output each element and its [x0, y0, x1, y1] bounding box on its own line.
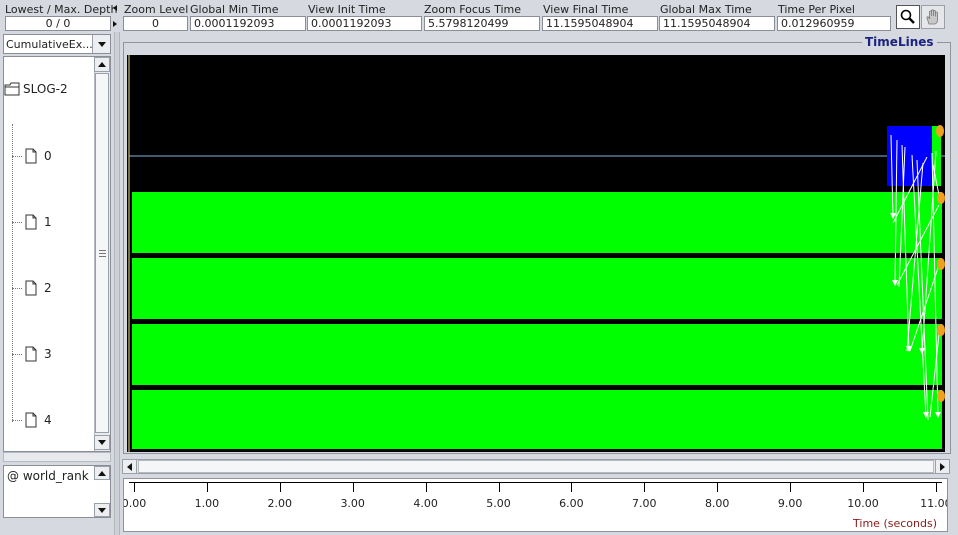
view-final-time-field: 11.1595048904: [542, 16, 658, 31]
zoom-level-field: 0: [123, 16, 188, 31]
world-rank-item[interactable]: @ world_rank: [7, 469, 89, 483]
ruler-tick: [498, 482, 500, 492]
view-init-time-label: View Init Time: [308, 3, 386, 16]
tree-item-root[interactable]: SLOG-2: [4, 82, 68, 96]
world-rank-scroll-down[interactable]: [94, 503, 110, 517]
zoom-tool-button[interactable]: [896, 5, 920, 29]
tree-root-label: SLOG-2: [23, 82, 68, 96]
tree-item-label: 0: [44, 149, 52, 163]
hand-icon: [926, 9, 938, 25]
ruler-tick: [571, 482, 573, 492]
tree-branch-line: [12, 419, 22, 421]
view-init-time-field: 0.0001192093: [307, 16, 422, 31]
ruler-tick-label: 5.00: [486, 497, 511, 510]
rank0-blue-state: [887, 126, 932, 186]
rank1-state: [132, 192, 942, 253]
timeline-scroll-thumb[interactable]: [138, 460, 934, 473]
zoom-focus-time-label: Zoom Focus Time: [424, 3, 522, 16]
zoom-level-label: Zoom Level: [124, 3, 189, 16]
global-max-time-field: 11.1595048904: [659, 16, 775, 31]
ruler-tick-label: 8.00: [704, 497, 730, 510]
tree-item-label: 4: [44, 413, 52, 427]
time-axis-label: Time (seconds): [853, 517, 937, 530]
tree-branch-line: [12, 287, 22, 289]
tree-item-rank-0[interactable]: 0: [12, 148, 52, 164]
depth-collapse-arrow[interactable]: [113, 5, 119, 27]
split-pane-divider[interactable]: [114, 32, 120, 535]
ruler-tick-label: 9.00: [777, 497, 803, 510]
ruler-tick: [717, 482, 719, 492]
ruler-tick-label: 10.00: [847, 497, 879, 510]
ruler-tick: [935, 482, 937, 492]
ruler-tick-label: 0.00: [124, 497, 147, 510]
legend-combo[interactable]: CumulativeEx...: [3, 34, 111, 54]
depth-label: Lowest / Max. Depth: [5, 3, 118, 16]
time-per-pixel-field: 0.012960959: [777, 16, 891, 31]
timeline-canvas[interactable]: [127, 55, 945, 452]
ruler-tick: [425, 482, 427, 492]
ruler-tick-label: 11.00: [920, 497, 947, 510]
global-min-time-field: 0.0001192093: [190, 16, 306, 31]
zoom-focus-time-field[interactable]: 5.5798120499: [424, 16, 540, 31]
ruler-tick: [644, 482, 646, 492]
rank2-state: [132, 258, 942, 319]
ruler-tick: [134, 482, 135, 492]
tree-item-rank-4[interactable]: 4: [12, 412, 52, 428]
timeline-title: TimeLines: [862, 35, 937, 49]
ruler-tick: [279, 482, 281, 492]
tree-item-rank-1[interactable]: 1: [12, 214, 52, 230]
legend-combo-value: CumulativeEx...: [6, 38, 93, 51]
document-icon: [25, 214, 37, 230]
depth-field: 0 / 0: [5, 16, 111, 31]
tree-scroll-up-button[interactable]: [94, 57, 110, 72]
rank4-state: [132, 390, 942, 449]
time-ruler: 0.00 1.00 2.00 3.00 4.00 5.00 6.00 7.00 8.00 9.00…: [123, 478, 948, 532]
ruler-tick-label: 3.00: [340, 497, 365, 510]
chevron-down-icon[interactable]: [92, 35, 110, 53]
ruler-tick: [206, 482, 208, 492]
tree-item-rank-3[interactable]: 3: [12, 346, 52, 362]
ruler-tick: [352, 482, 354, 492]
rank3-state: [132, 324, 942, 385]
magnifier-icon: [900, 9, 915, 24]
ruler-tick: [863, 482, 864, 492]
tree-item-label: 3: [44, 347, 52, 361]
ruler-tick-label: 1.00: [194, 497, 220, 510]
tree-item-rank-2[interactable]: 2: [12, 280, 52, 296]
tree-item-label: 1: [44, 215, 52, 229]
ruler-tick-label: 6.00: [559, 497, 584, 510]
timeline-scroll-left-button[interactable]: [122, 459, 137, 474]
hand-tool-button[interactable]: [921, 5, 945, 29]
tree-scroll-thumb[interactable]: [95, 73, 109, 433]
document-icon: [25, 346, 37, 362]
document-icon: [25, 412, 37, 428]
timeline-scroll-right-button[interactable]: [935, 459, 950, 474]
ruler-tick-label: 4.00: [413, 497, 438, 510]
global-min-time-label: Global Min Time: [190, 3, 279, 16]
tree-branch-line: [12, 353, 22, 355]
ruler-tick-label: 2.00: [267, 497, 293, 510]
tree-scroll-down-button[interactable]: [94, 435, 110, 450]
global-max-time-label: Global Max Time: [660, 3, 752, 16]
tree-item-label: 2: [44, 281, 52, 295]
ruler-tick: [790, 482, 792, 492]
document-icon: [25, 148, 37, 164]
tree-branch-line: [12, 155, 22, 157]
world-rank-scroll-up[interactable]: [94, 466, 110, 480]
tree-connector-line: [12, 124, 13, 422]
time-per-pixel-label: Time Per Pixel: [778, 3, 855, 16]
ruler-tick-label: 7.00: [632, 497, 657, 510]
document-icon: [25, 280, 37, 296]
tree-hscrollbar[interactable]: [3, 452, 111, 462]
folder-icon: [4, 82, 20, 96]
view-final-time-label: View Final Time: [543, 3, 629, 16]
tree-branch-line: [12, 221, 22, 223]
